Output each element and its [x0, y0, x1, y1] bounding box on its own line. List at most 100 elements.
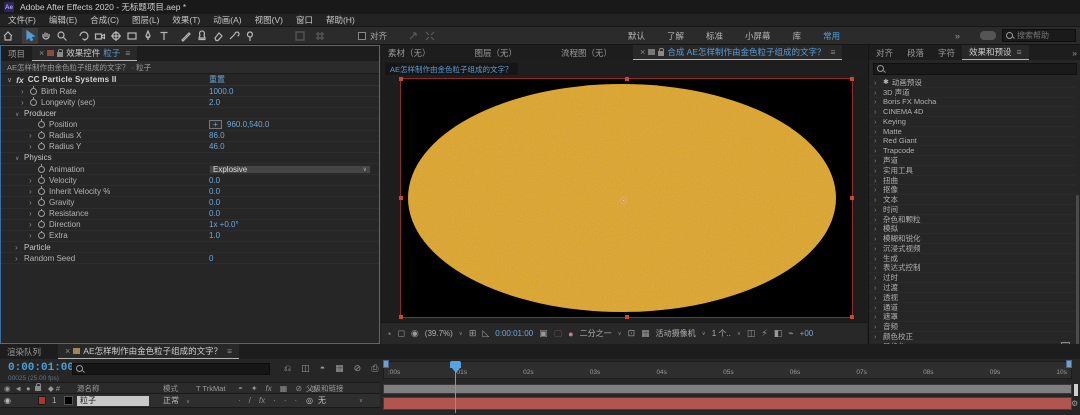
layer-handle[interactable] [625, 77, 629, 81]
disclosure-icon[interactable] [29, 142, 38, 151]
mode-column[interactable]: 模式 [163, 383, 178, 394]
effect-parameter-row[interactable]: Gravity + 0.0 0.0∨ [1, 197, 379, 208]
grid-options-icon[interactable] [312, 28, 328, 44]
menu-item[interactable]: 动画(A) [213, 14, 241, 26]
effects-search-input[interactable] [888, 65, 1068, 74]
tab-effect-controls[interactable]: × 效果控件 粒子 ≡ [32, 46, 137, 61]
composition-viewport[interactable] [381, 77, 867, 322]
frame-blending-icon[interactable]: ▦ [335, 363, 344, 374]
disclosure-icon[interactable] [29, 131, 38, 140]
pickwhip-icon[interactable]: ◎ [306, 396, 313, 405]
resolution-select[interactable]: 二分之一 [580, 328, 612, 339]
effect-parameter-row[interactable]: Direction + 1x +0.0° 1x +0.0°∨ [1, 220, 379, 231]
effect-parameter-row[interactable]: Random Seed + 0 0∨ [1, 253, 379, 264]
puppet-pin-tool-icon[interactable] [242, 28, 258, 44]
parameter-value[interactable]: 0 [209, 254, 213, 263]
camera-tool-icon[interactable] [92, 28, 108, 44]
effect-parameter-row[interactable]: Particle + ∨ [1, 242, 379, 253]
mask-feather-icon[interactable] [292, 28, 308, 44]
graph-editor-icon[interactable]: ⎙ [371, 363, 378, 374]
tab-layer[interactable]: 图层（无） [468, 45, 525, 60]
tab-align[interactable]: 对齐 [869, 45, 900, 60]
effect-parameter-row[interactable]: Producer + ∨ [1, 108, 379, 119]
menu-item[interactable]: 合成(C) [90, 14, 119, 26]
expand-icon[interactable] [422, 28, 438, 44]
parameter-value[interactable]: 1x +0.0° [209, 220, 239, 229]
effects-category-row[interactable]: ✱ Trapcode [869, 146, 1075, 156]
tab-character[interactable]: 字符 [931, 45, 962, 60]
work-area-start-handle[interactable] [383, 360, 389, 368]
effects-category-row[interactable]: ✱ 沉浸式视频 [869, 244, 1075, 254]
effects-category-row[interactable]: ✱ 3D 声道 [869, 88, 1075, 98]
workspace-tab[interactable]: 了解 [667, 30, 684, 42]
zoom-level[interactable]: (39.7%) [425, 329, 453, 338]
time-ruler[interactable]: :00s01s02s03s04s05s06s07s08s09s10s [383, 361, 1072, 379]
disclosure-icon[interactable] [15, 153, 24, 162]
parameter-value[interactable]: 1.0 [209, 231, 220, 240]
timeline-button-icon[interactable]: ◧ [774, 328, 783, 339]
parameter-value[interactable]: 0.0 [209, 187, 220, 196]
effect-parameter-row[interactable]: Radius X + 86.0 86.0∨ [1, 131, 379, 142]
stopwatch-icon[interactable] [30, 88, 37, 95]
effect-parameter-row[interactable]: Longevity (sec) + 2.0 2.0∨ [1, 97, 379, 108]
layer-handle[interactable] [399, 196, 403, 200]
stopwatch-icon[interactable] [38, 199, 45, 206]
help-search-input[interactable] [1017, 31, 1075, 40]
disclosure-icon[interactable] [21, 87, 30, 96]
reset-button[interactable]: 重置 [209, 74, 225, 85]
pan-behind-tool-icon[interactable] [108, 28, 124, 44]
parameter-value[interactable]: 0.0 [209, 176, 220, 185]
effects-category-row[interactable]: ✱ 过渡 [869, 283, 1075, 293]
motion-blur-icon[interactable]: ⊘ [354, 363, 362, 374]
effect-parameter-row[interactable]: Velocity + 0.0 0.0∨ [1, 175, 379, 186]
effects-category-row[interactable]: ✱ CINEMA 4D [869, 107, 1075, 117]
menu-item[interactable]: 图层(L) [132, 14, 159, 26]
parameter-value[interactable]: 1000.0 [209, 87, 233, 96]
layer-anchor-marker[interactable] [620, 197, 627, 204]
selection-tool-icon[interactable] [22, 28, 38, 44]
magnification-icon[interactable]: ◉ [411, 328, 419, 339]
effects-category-row[interactable]: ✱ 过时 [869, 273, 1075, 283]
transparency-grid-icon[interactable]: ▦ [641, 328, 650, 339]
effects-category-row[interactable]: ✱ 实用工具 [869, 166, 1075, 176]
effects-category-row[interactable]: ✱ 表达式控制 [869, 264, 1075, 274]
zoom-tool-icon[interactable] [54, 28, 70, 44]
panel-menu-icon[interactable]: ≡ [1017, 47, 1022, 57]
panel-menu-icon[interactable]: ≡ [125, 48, 130, 58]
workspace-toggle-icon[interactable] [980, 31, 996, 40]
grid-guides-icon[interactable]: ⊞ [469, 328, 477, 339]
work-area-bar[interactable] [383, 384, 1072, 394]
hide-shy-layers-icon[interactable]: ◓ [320, 363, 325, 374]
tab-composition[interactable]: × 合成 AE怎样制作由金色粒子组成的文字？ ≡ [633, 45, 842, 60]
exposure-value[interactable]: +00 [800, 329, 814, 338]
hand-tool-icon[interactable] [38, 28, 54, 44]
menu-item[interactable]: 编辑(E) [49, 14, 77, 26]
shape-tool-icon[interactable] [124, 28, 140, 44]
tab-footage[interactable]: 素材（无） [381, 45, 438, 60]
layer-handle[interactable] [399, 315, 403, 319]
brush-tool-icon[interactable] [178, 28, 194, 44]
scale-icon[interactable] [405, 28, 421, 44]
lock-icon[interactable] [57, 52, 63, 57]
menu-item[interactable]: 视图(V) [255, 14, 283, 26]
effects-category-row[interactable]: ✱ 遮罩 [869, 312, 1075, 322]
snapshot-icon[interactable]: ▣ [539, 328, 548, 339]
layer-handle[interactable] [625, 315, 629, 319]
stopwatch-icon[interactable] [38, 188, 45, 195]
menu-item[interactable]: 效果(T) [172, 14, 200, 26]
work-area-end-handle[interactable] [1066, 360, 1072, 368]
timeline-search-input[interactable] [87, 365, 267, 374]
flowchart-button-icon[interactable]: ⌁ [788, 328, 793, 339]
parameter-value[interactable]: 86.0 [209, 131, 225, 140]
workspace-overflow-icon[interactable]: » [955, 31, 960, 41]
panel-menu-icon[interactable]: ≡ [831, 47, 836, 57]
effects-category-row[interactable]: ✱ 杂色和颗粒 [869, 215, 1075, 225]
layer-name[interactable]: 粒子 [77, 396, 149, 406]
stopwatch-icon[interactable] [38, 210, 45, 217]
effects-category-row[interactable]: ✱ 透视 [869, 293, 1075, 303]
view-layout-select[interactable]: 1 个.. [712, 328, 731, 339]
effects-category-row[interactable]: ✱ Matte [869, 127, 1075, 137]
draft3d-icon[interactable]: ◫ [301, 363, 310, 374]
source-name-column[interactable]: 源名称 [77, 383, 100, 394]
camera-select[interactable]: 活动摄像机 [656, 328, 696, 339]
